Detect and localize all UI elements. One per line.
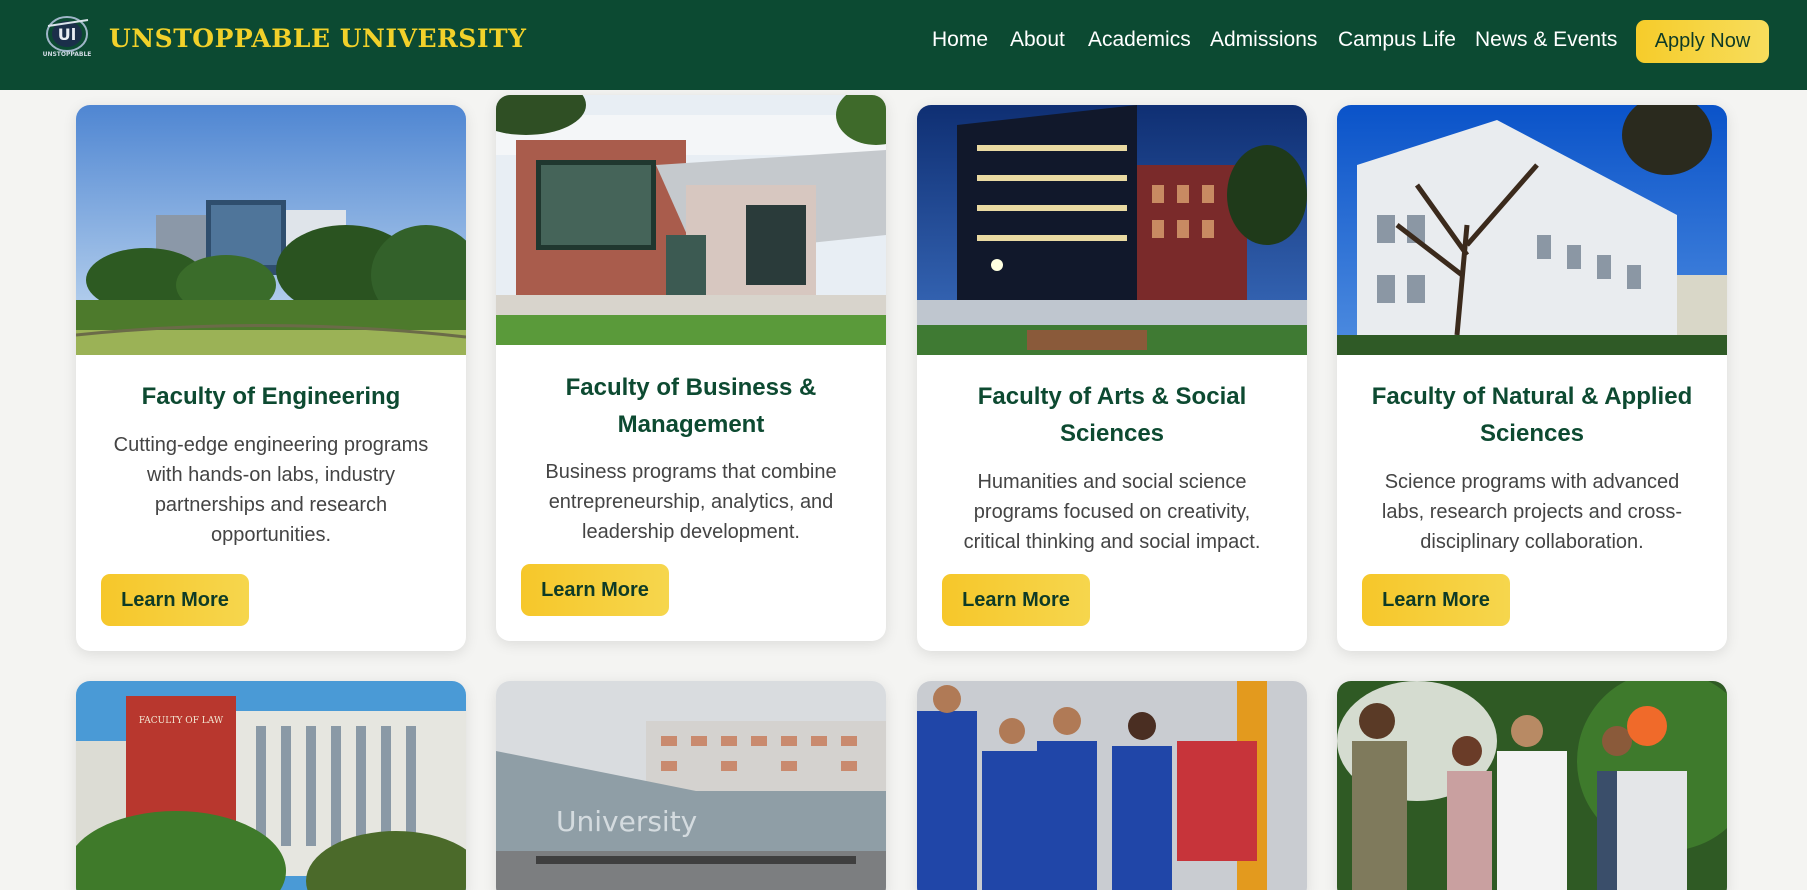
faculty-card-law: FACULTY OF LAW: [76, 681, 466, 890]
logo-emblem-icon: Ul UNSTOPPABLE: [43, 16, 92, 58]
engineering-building-photo: [76, 105, 466, 355]
faculty-description: Humanities and social science programs f…: [963, 471, 1261, 553]
learn-more-button[interactable]: Learn More: [1362, 574, 1510, 626]
nav-news-events[interactable]: News & Events: [1475, 28, 1617, 52]
faculty-card-engineering: Faculty of Engineering Cutting-edge engi…: [76, 105, 466, 651]
faculty-description: Business programs that combine entrepren…: [545, 461, 837, 543]
faculty-title: Faculty of Engineering: [141, 383, 401, 410]
brand-name[interactable]: UNSTOPPABLE UNIVERSITY: [109, 24, 527, 53]
sciences-building-photo: [1337, 105, 1727, 355]
law-building-photo: FACULTY OF LAW: [76, 681, 466, 890]
faculty-card-sciences: Faculty of Natural & Applied Sciences Sc…: [1337, 105, 1727, 651]
nav-academics[interactable]: Academics: [1088, 28, 1191, 52]
faculty-card-students-greenhouse: [1337, 681, 1727, 890]
apply-now-button[interactable]: Apply Now: [1636, 20, 1769, 63]
learn-more-button[interactable]: Learn More: [521, 564, 669, 616]
faculty-description: Science programs with advanced labs, res…: [1381, 471, 1683, 553]
faculty-card-students-workwear: [917, 681, 1307, 890]
nav-home[interactable]: Home: [932, 28, 988, 52]
glass-building-sign: University: [556, 805, 697, 838]
learn-more-button[interactable]: Learn More: [942, 574, 1090, 626]
faculty-card-business: Faculty of Business & Management Busines…: [496, 95, 886, 641]
business-building-photo: [496, 95, 886, 345]
nav-admissions[interactable]: Admissions: [1210, 28, 1317, 52]
learn-more-button[interactable]: Learn More: [101, 574, 249, 626]
faculty-card-university-building: University: [496, 681, 886, 890]
faculty-title: Faculty of Business & Management: [565, 374, 817, 438]
faculty-description: Cutting-edge engineering programs with h…: [113, 434, 429, 546]
nav-campus-life[interactable]: Campus Life: [1338, 28, 1456, 52]
logo-caption: UNSTOPPABLE: [43, 51, 92, 58]
site-header: Ul UNSTOPPABLE UNSTOPPABLE UNIVERSITY Ho…: [0, 0, 1807, 90]
arts-building-photo: [917, 105, 1307, 355]
faculty-title: Faculty of Arts & Social Sciences: [977, 383, 1247, 447]
students-in-workwear-photo: [917, 681, 1307, 890]
university-glass-building-photo: University: [496, 681, 886, 890]
students-in-greenhouse-photo: [1337, 681, 1727, 890]
law-building-sign: FACULTY OF LAW: [139, 716, 224, 726]
logo-initials: Ul: [58, 25, 76, 44]
nav-about[interactable]: About: [1010, 28, 1065, 52]
university-logo[interactable]: Ul UNSTOPPABLE: [38, 12, 96, 60]
faculty-title: Faculty of Natural & Applied Sciences: [1371, 383, 1693, 447]
faculty-card-arts: Faculty of Arts & Social Sciences Humani…: [917, 105, 1307, 651]
